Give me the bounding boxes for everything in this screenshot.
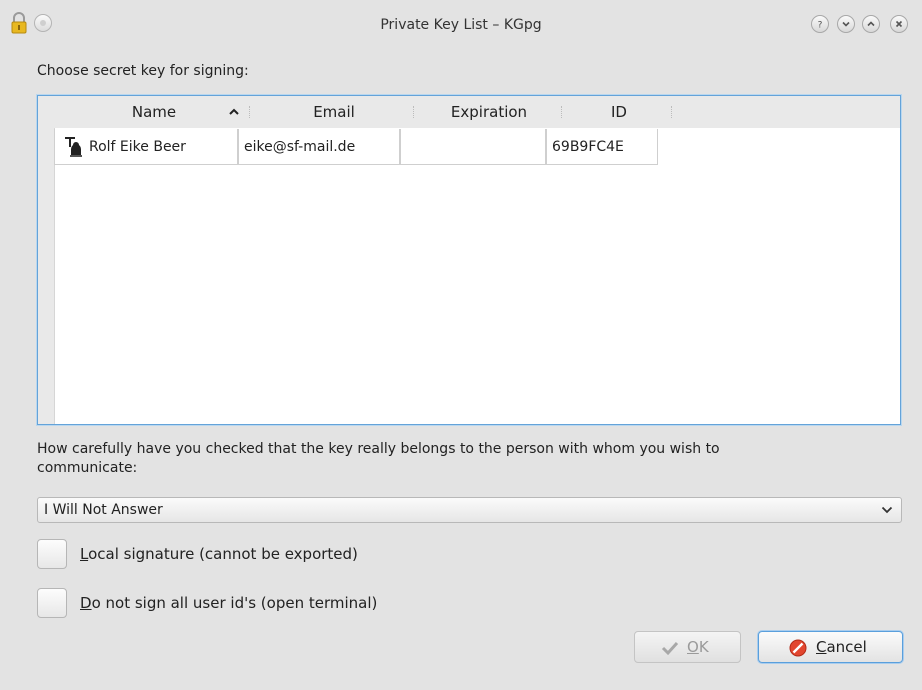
cell-email: eike@sf-mail.de (238, 129, 400, 165)
key-owner-name: Rolf Eike Beer (89, 139, 186, 155)
sort-ascending-icon (229, 108, 239, 115)
chevron-down-icon (881, 506, 893, 514)
local-signature-label[interactable]: Local signature (cannot be exported) (80, 545, 358, 563)
svg-text:?: ? (818, 21, 823, 30)
cell-name: Rolf Eike Beer (54, 129, 238, 165)
row-gutter (38, 96, 55, 424)
column-separator (561, 106, 562, 118)
close-icon[interactable] (890, 15, 908, 33)
trust-level-value: I Will Not Answer (44, 502, 163, 518)
key-email: eike@sf-mail.de (244, 139, 356, 155)
column-separator (249, 106, 250, 118)
key-list-header: Name Email Expiration ID (54, 96, 900, 128)
cell-expiration (400, 129, 546, 165)
ok-label: OK (687, 632, 709, 662)
label-text: o not sign all user id's (open terminal) (91, 594, 378, 612)
label-text: K (698, 638, 709, 656)
mnemonic: L (80, 545, 89, 563)
column-header-email[interactable]: Email (254, 96, 414, 128)
window-title: Private Key List – KGpg (380, 17, 542, 33)
mnemonic: O (687, 638, 699, 656)
column-header-name-label: Name (131, 103, 177, 121)
choose-key-label: Choose secret key for signing: (37, 63, 249, 79)
checkmark-icon (661, 641, 679, 656)
do-not-sign-all-checkbox[interactable] (37, 588, 67, 618)
title-bar: Private Key List – KGpg ? (0, 0, 922, 52)
cell-id: 69B9FC4E (546, 129, 658, 165)
cancel-label: Cancel (816, 632, 867, 662)
label-text: ancel (826, 638, 867, 656)
cancel-icon (789, 639, 807, 657)
cancel-button[interactable]: Cancel (758, 631, 903, 663)
help-icon[interactable]: ? (811, 15, 829, 33)
key-list[interactable]: Name Email Expiration ID Rolf Eike Beer … (37, 95, 901, 425)
column-header-name[interactable]: Name (54, 96, 254, 128)
trust-question-label-cont: communicate: (37, 460, 138, 476)
trust-level-select[interactable]: I Will Not Answer (37, 497, 902, 523)
column-separator (671, 106, 672, 118)
mnemonic: D (80, 594, 92, 612)
trust-question-label: How carefully have you checked that the … (37, 441, 720, 457)
key-pair-icon (65, 137, 82, 157)
do-not-sign-all-label[interactable]: Do not sign all user id's (open terminal… (80, 594, 377, 612)
ok-button[interactable]: OK (634, 631, 741, 663)
key-id: 69B9FC4E (552, 139, 624, 155)
column-header-expiration[interactable]: Expiration (416, 96, 562, 128)
local-signature-checkbox[interactable] (37, 539, 67, 569)
mnemonic: C (816, 638, 827, 656)
maximize-icon[interactable] (862, 15, 880, 33)
column-separator (413, 106, 414, 118)
minimize-icon[interactable] (837, 15, 855, 33)
label-text: ocal signature (cannot be exported) (88, 545, 358, 563)
table-row[interactable]: Rolf Eike Beer eike@sf-mail.de 69B9FC4E (54, 129, 658, 165)
column-header-id[interactable]: ID (564, 96, 674, 128)
